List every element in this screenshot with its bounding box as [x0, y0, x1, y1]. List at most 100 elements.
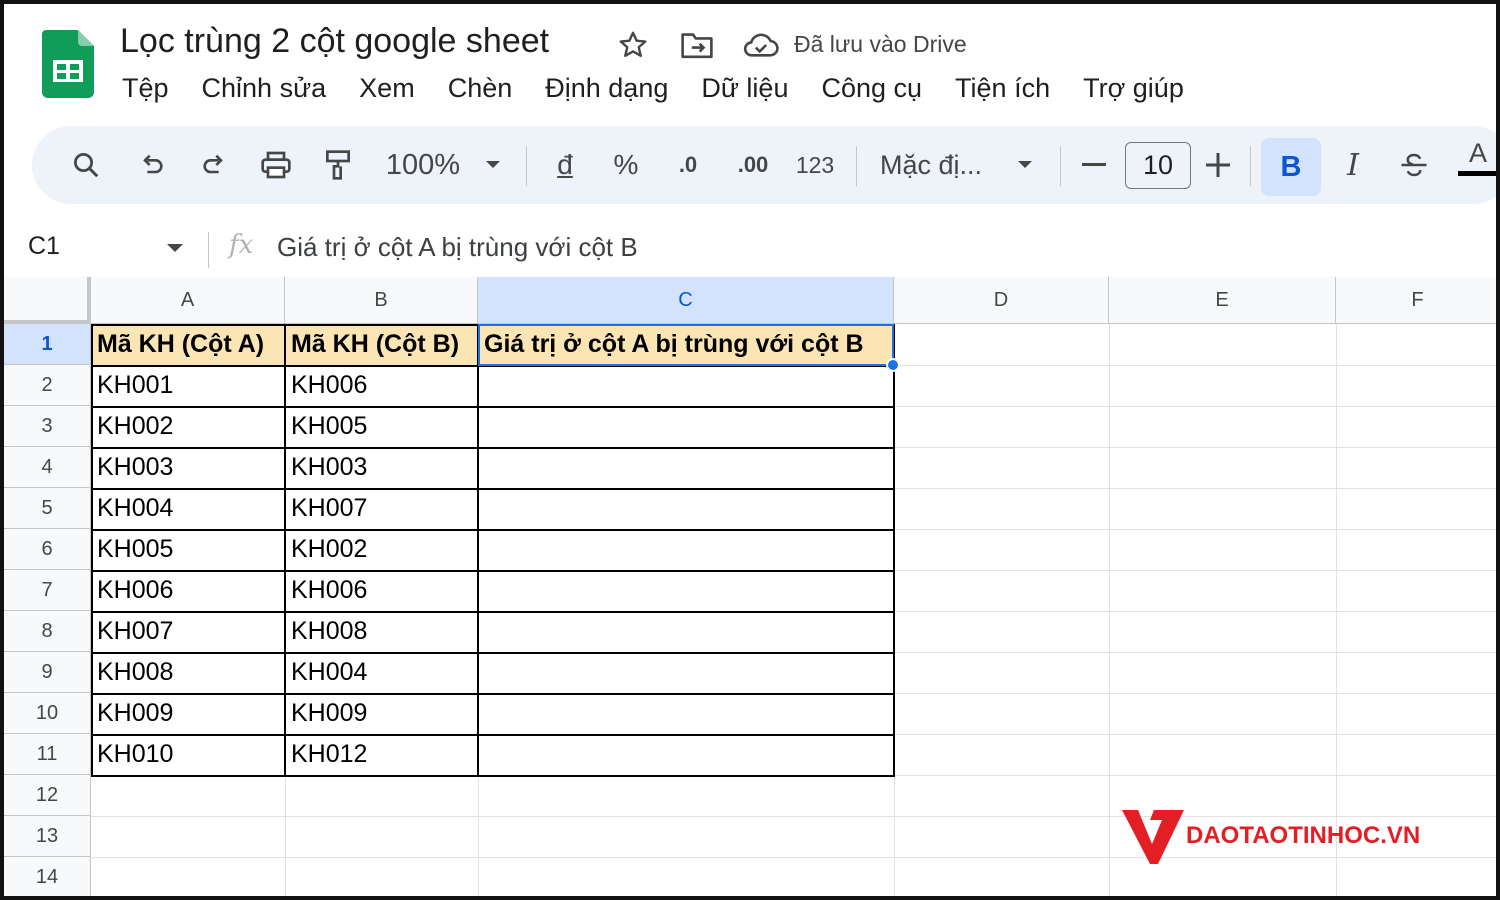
row-header-13[interactable]: 13: [4, 816, 91, 857]
menu-insert[interactable]: Chèn: [448, 70, 513, 106]
cell-a6[interactable]: KH005: [91, 529, 285, 570]
cell-b3[interactable]: KH005: [285, 406, 478, 447]
cell-b5[interactable]: KH007: [285, 488, 478, 529]
menu-help[interactable]: Trợ giúp: [1083, 70, 1184, 106]
decrease-decimal-label: .0: [678, 152, 698, 177]
row-header-5[interactable]: 5: [4, 488, 91, 529]
cell-b4[interactable]: KH003: [285, 447, 478, 488]
cell-c10[interactable]: [478, 693, 894, 734]
row-header-10[interactable]: 10: [4, 693, 91, 734]
row-header-11[interactable]: 11: [4, 734, 91, 775]
cell-c5[interactable]: [478, 488, 894, 529]
row-header-2[interactable]: 2: [4, 365, 91, 406]
menu-view[interactable]: Xem: [359, 70, 415, 106]
menu-bar: Tệp Chỉnh sửa Xem Chèn Định dạng Dữ liệu…: [122, 70, 1217, 106]
row-header-6[interactable]: 6: [4, 529, 91, 570]
undo-icon[interactable]: [130, 126, 174, 204]
italic-button[interactable]: I: [1334, 126, 1372, 204]
row-header-3[interactable]: 3: [4, 406, 91, 447]
table-border-horizontal: [91, 406, 895, 408]
fill-handle[interactable]: [886, 358, 900, 372]
row-header-1[interactable]: 1: [4, 324, 91, 365]
search-icon[interactable]: [64, 126, 108, 204]
column-header-d[interactable]: D: [894, 277, 1109, 324]
row-header-8[interactable]: 8: [4, 611, 91, 652]
cell-a5[interactable]: KH004: [91, 488, 285, 529]
cell-b8[interactable]: KH008: [285, 611, 478, 652]
cell-b11[interactable]: KH012: [285, 734, 478, 775]
menu-edit[interactable]: Chỉnh sửa: [202, 70, 327, 106]
row-header-14[interactable]: 14: [4, 857, 91, 898]
cell-a2[interactable]: KH001: [91, 365, 285, 406]
cloud-saved-icon[interactable]: [742, 28, 780, 62]
percent-format-button[interactable]: %: [606, 126, 646, 204]
zoom-select[interactable]: 100%: [380, 126, 466, 204]
select-all-corner[interactable]: [4, 277, 91, 324]
menu-extensions[interactable]: Tiện ích: [955, 70, 1050, 106]
row-header-4[interactable]: 4: [4, 447, 91, 488]
cell-c6[interactable]: [478, 529, 894, 570]
print-icon[interactable]: [254, 126, 298, 204]
increase-decimal-button[interactable]: .00: [730, 126, 776, 204]
cell-b7[interactable]: KH006: [285, 570, 478, 611]
column-header-c[interactable]: C: [478, 277, 894, 324]
cell-a9[interactable]: KH008: [91, 652, 285, 693]
decrease-decimal-button[interactable]: .0: [666, 126, 710, 204]
menu-data[interactable]: Dữ liệu: [701, 70, 788, 106]
document-title[interactable]: Lọc trùng 2 cột google sheet: [120, 22, 549, 61]
paint-format-icon[interactable]: [316, 126, 360, 204]
table-border-horizontal: [91, 693, 895, 695]
more-formats-button[interactable]: 123: [792, 126, 838, 204]
cell-c3[interactable]: [478, 406, 894, 447]
column-header-a[interactable]: A: [91, 277, 285, 324]
cell-a10[interactable]: KH009: [91, 693, 285, 734]
row-header-9[interactable]: 9: [4, 652, 91, 693]
cell-a1[interactable]: Mã KH (Cột A): [91, 324, 285, 365]
redo-icon[interactable]: [192, 126, 236, 204]
formula-input[interactable]: Giá trị ở cột A bị trùng với cột B: [277, 232, 638, 263]
zoom-chevron-down-icon[interactable]: [480, 126, 506, 204]
column-header-b[interactable]: B: [285, 277, 478, 324]
star-icon[interactable]: [616, 28, 650, 62]
cell-c7[interactable]: [478, 570, 894, 611]
strikethrough-icon[interactable]: [1394, 126, 1434, 204]
text-color-button[interactable]: A: [1458, 118, 1498, 196]
selected-cell-outline: [478, 324, 894, 366]
sheets-logo-icon[interactable]: [42, 30, 94, 98]
text-color-swatch: [1458, 171, 1498, 176]
name-box-chevron-down-icon[interactable]: [166, 240, 184, 258]
menu-tools[interactable]: Công cụ: [821, 70, 922, 106]
cell-a4[interactable]: KH003: [91, 447, 285, 488]
move-folder-icon[interactable]: [680, 28, 714, 62]
menu-file[interactable]: Tệp: [122, 70, 169, 106]
cell-a3[interactable]: KH002: [91, 406, 285, 447]
menu-format[interactable]: Định dạng: [545, 70, 668, 106]
cell-a11[interactable]: KH010: [91, 734, 285, 775]
cell-b2[interactable]: KH006: [285, 365, 478, 406]
table-border-horizontal: [91, 488, 895, 490]
name-box[interactable]: C1: [28, 232, 60, 261]
font-select[interactable]: Mặc đị...: [880, 126, 998, 204]
row-header-7[interactable]: 7: [4, 570, 91, 611]
column-header-e[interactable]: E: [1109, 277, 1336, 324]
decrease-font-size-icon[interactable]: [1076, 126, 1112, 204]
cell-a7[interactable]: KH006: [91, 570, 285, 611]
gridline-vertical: [1109, 324, 1110, 900]
cell-c9[interactable]: [478, 652, 894, 693]
font-size-input[interactable]: 10: [1125, 142, 1191, 189]
cell-b9[interactable]: KH004: [285, 652, 478, 693]
currency-format-button[interactable]: đ: [548, 126, 582, 204]
cell-c4[interactable]: [478, 447, 894, 488]
cell-a8[interactable]: KH007: [91, 611, 285, 652]
cell-c8[interactable]: [478, 611, 894, 652]
font-chevron-down-icon[interactable]: [1012, 126, 1038, 204]
column-header-f[interactable]: F: [1336, 277, 1500, 324]
cell-c2[interactable]: [478, 365, 894, 406]
row-header-12[interactable]: 12: [4, 775, 91, 816]
increase-font-size-icon[interactable]: [1200, 126, 1236, 204]
cell-b10[interactable]: KH009: [285, 693, 478, 734]
cell-c11[interactable]: [478, 734, 894, 775]
bold-button[interactable]: B: [1261, 138, 1321, 196]
cell-b6[interactable]: KH002: [285, 529, 478, 570]
cell-b1[interactable]: Mã KH (Cột B): [285, 324, 478, 365]
